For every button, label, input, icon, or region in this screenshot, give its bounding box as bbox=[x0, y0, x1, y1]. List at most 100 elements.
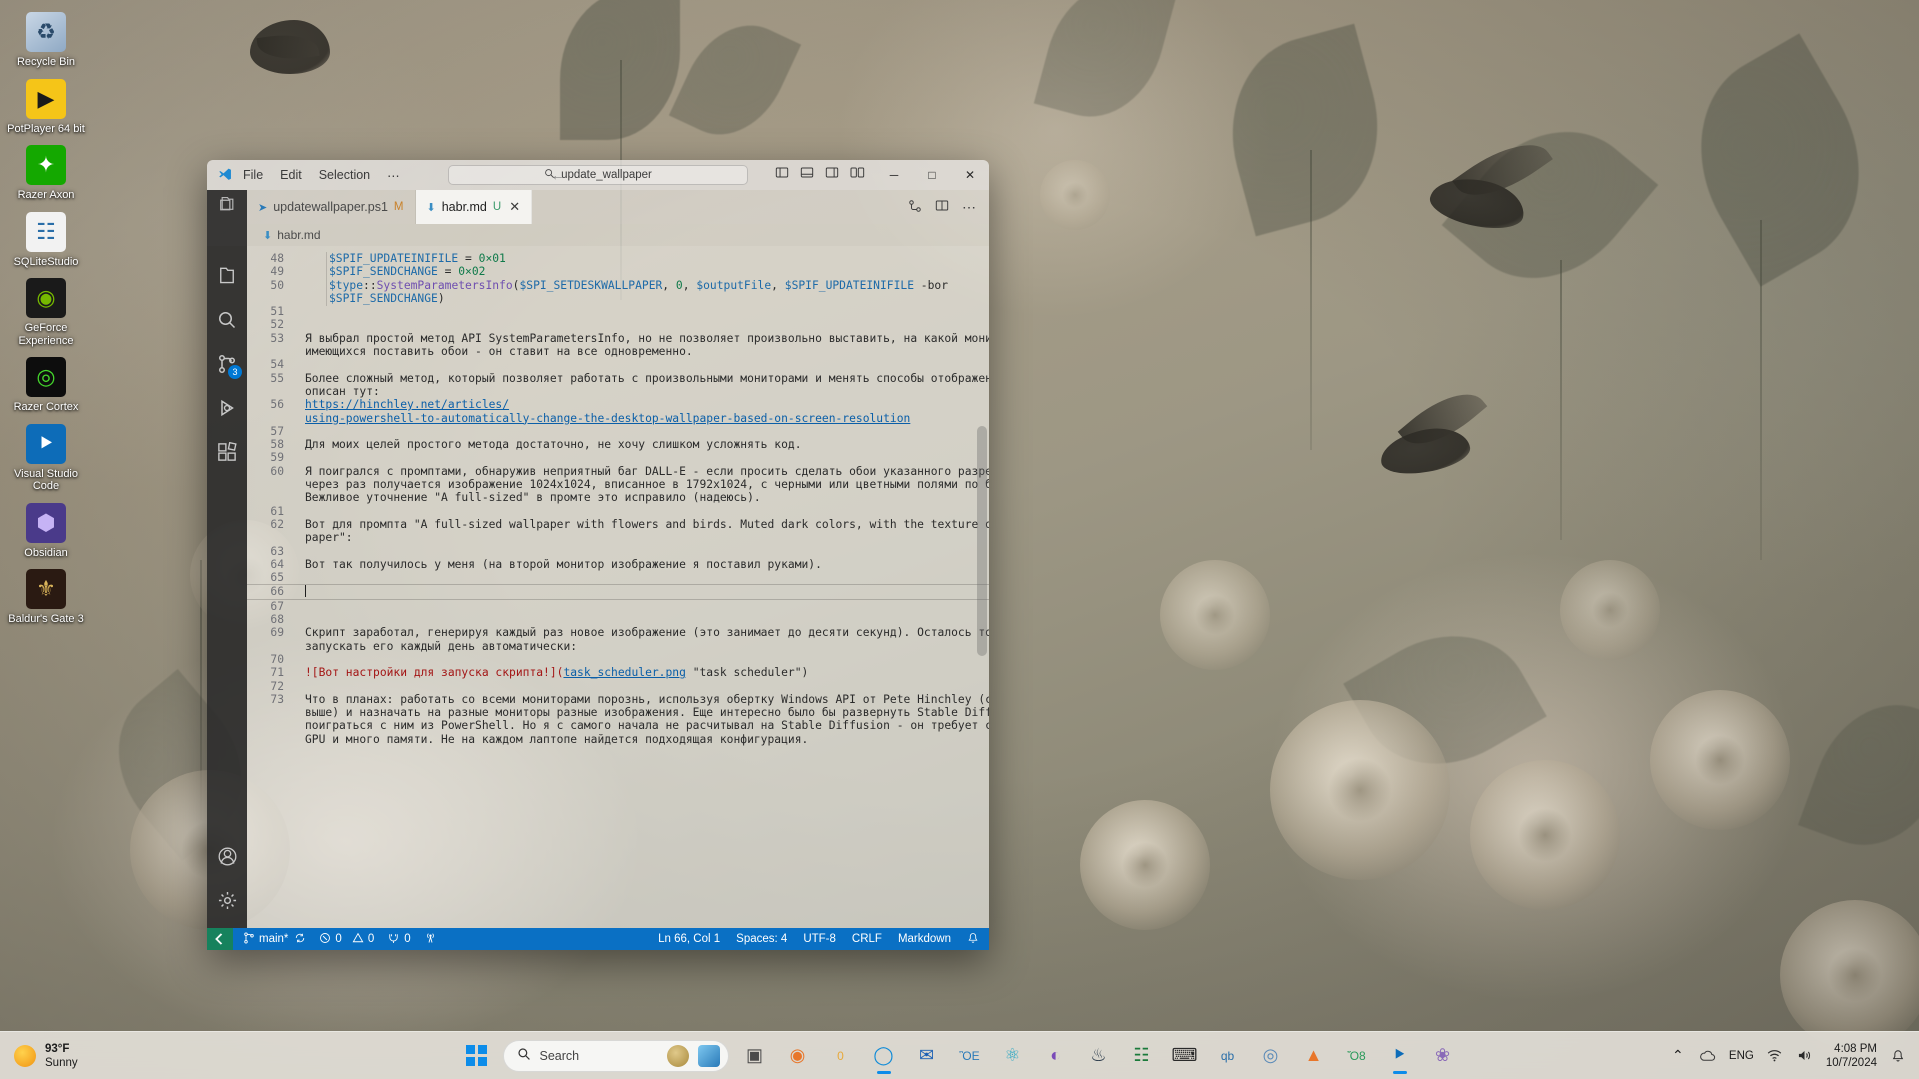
split-editor-icon[interactable] bbox=[935, 199, 949, 215]
editor-line[interactable]: 54 bbox=[247, 358, 989, 371]
line-content[interactable]: $SPIF_SENDCHANGE) bbox=[293, 292, 989, 305]
editor-line[interactable]: запускать его каждый день автоматически: bbox=[247, 640, 989, 653]
vscode-menubar[interactable]: File Edit Selection ⋯ bbox=[241, 166, 403, 185]
vscode-window[interactable]: File Edit Selection ⋯ ← → update_wallpap… bbox=[207, 160, 989, 950]
line-content[interactable]: имеющихся поставить обои - он ставит на … bbox=[293, 345, 989, 358]
editor-line[interactable]: 57 bbox=[247, 425, 989, 438]
start-button[interactable] bbox=[457, 1036, 497, 1076]
desktop-icon-sqlitestudio[interactable]: ☷ SQLiteStudio bbox=[0, 206, 92, 273]
taskbar-app-disk-utility[interactable]: ◎ bbox=[1251, 1036, 1291, 1076]
onedrive-icon[interactable] bbox=[1699, 1049, 1717, 1062]
line-content[interactable]: https://hinchley.net/articles/ bbox=[293, 398, 989, 411]
line-content[interactable]: Скрипт заработал, генерируя каждый раз н… bbox=[293, 626, 989, 639]
toggle-primary-sidebar-icon[interactable] bbox=[775, 166, 789, 184]
editor-line[interactable]: 58 Для моих целей простого метода достато… bbox=[247, 438, 989, 451]
line-content[interactable]: using-powershell-to-automatically-change… bbox=[293, 412, 989, 425]
menu-overflow-icon[interactable]: ⋯ bbox=[385, 166, 403, 185]
menu-selection[interactable]: Selection bbox=[317, 166, 372, 184]
open-changes-icon[interactable] bbox=[908, 199, 922, 216]
status-branch[interactable]: main* bbox=[243, 932, 306, 947]
taskbar-app-vlc[interactable]: ▲ bbox=[1294, 1036, 1334, 1076]
explorer-icon[interactable] bbox=[219, 196, 236, 218]
editor-line[interactable]: поиграться с ним из PowerShell. Но я с с… bbox=[247, 719, 989, 732]
taskbar-app-chart-app[interactable]: Ὄ8 bbox=[1337, 1036, 1377, 1076]
activity-bar[interactable]: 3 bbox=[207, 246, 247, 928]
editor-line[interactable]: GPU и много памяти. Не на каждом лаптопе… bbox=[247, 733, 989, 746]
line-content[interactable]: Я поигрался с промптами, обнаружив непри… bbox=[293, 465, 989, 478]
search-illustration-icon[interactable] bbox=[698, 1045, 720, 1067]
volume-icon[interactable] bbox=[1796, 1049, 1814, 1062]
desktop-icon-baldurs-gate-3[interactable]: ⚜ Baldur's Gate 3 bbox=[0, 563, 92, 630]
editor-line[interactable]: 73 Что в планах: работать со всеми монито… bbox=[247, 693, 989, 706]
desktop-icon-geforce-experience[interactable]: ◉ GeForce Experience bbox=[0, 272, 92, 351]
editor-line[interactable]: имеющихся поставить обои - он ставит на … bbox=[247, 345, 989, 358]
editor-line[interactable]: описан тут: bbox=[247, 385, 989, 398]
toggle-panel-icon[interactable] bbox=[800, 166, 814, 184]
editor-line[interactable]: выше) и назначать на разные мониторы раз… bbox=[247, 706, 989, 719]
taskbar-search[interactable]: Search bbox=[503, 1040, 729, 1072]
editor-line[interactable]: 53 Я выбрал простой метод API SystemParam… bbox=[247, 332, 989, 345]
status-branch-label[interactable]: main* bbox=[259, 933, 288, 945]
editor-line[interactable]: 62 Вот для промпта "A full-sized wallpape… bbox=[247, 518, 989, 531]
editor-text[interactable]: 48 $SPIF_UPDATEINIFILE = 0×01 49 $SPIF_SEND… bbox=[247, 246, 989, 928]
editor-line[interactable]: 66 bbox=[247, 584, 989, 599]
status-language-mode[interactable]: Markdown bbox=[898, 933, 951, 945]
taskbar-app-outlook[interactable]: ✉ bbox=[907, 1036, 947, 1076]
editor-line[interactable]: 60 Я поигрался с промптами, обнаружив неп… bbox=[247, 465, 989, 478]
desktop-icon-razer-cortex[interactable]: ◎ Razer Cortex bbox=[0, 351, 92, 418]
line-content[interactable] bbox=[293, 585, 989, 598]
tray-language[interactable]: ENG bbox=[1729, 1050, 1754, 1062]
activity-bar-search-icon[interactable] bbox=[207, 298, 247, 342]
line-content[interactable]: Что в планах: работать со всеми монитора… bbox=[293, 693, 989, 706]
desktop-icon-vscode[interactable]: ⯈ Visual Studio Code bbox=[0, 418, 92, 497]
search-avatar-icon[interactable] bbox=[667, 1045, 689, 1067]
editor-line[interactable]: 71 ![Вот настройки для запуска скрипта!](… bbox=[247, 666, 989, 679]
editor-scrollbar-thumb[interactable] bbox=[977, 426, 987, 656]
editor-line[interactable]: 70 bbox=[247, 653, 989, 666]
status-eol[interactable]: CRLF bbox=[852, 933, 882, 945]
menu-edit[interactable]: Edit bbox=[278, 166, 304, 184]
system-tray[interactable]: ⌃ ENG 4:08 PM 10/7/2024 bbox=[1669, 1042, 1919, 1070]
line-content[interactable]: Я выбрал простой метод API SystemParamet… bbox=[293, 332, 989, 345]
activity-bar-extensions-icon[interactable] bbox=[207, 430, 247, 474]
taskbar-app-steam[interactable]: ♨ bbox=[1079, 1036, 1119, 1076]
editor-line[interactable]: 52 bbox=[247, 318, 989, 331]
editor-line[interactable]: 72 bbox=[247, 680, 989, 693]
remote-window-icon[interactable] bbox=[207, 928, 233, 950]
taskbar-app-atom-app[interactable]: ⚛ bbox=[993, 1036, 1033, 1076]
tab-close-icon[interactable]: ✕ bbox=[509, 199, 520, 215]
toggle-secondary-sidebar-icon[interactable] bbox=[825, 166, 839, 184]
line-content[interactable]: запускать его каждый день автоматически: bbox=[293, 640, 989, 653]
activity-bar-run-and-debug-icon[interactable] bbox=[207, 386, 247, 430]
command-center-search[interactable]: update_wallpaper bbox=[448, 165, 748, 185]
status-indentation[interactable]: Spaces: 4 bbox=[736, 933, 787, 945]
status-problems[interactable]: 0 0 bbox=[319, 932, 374, 947]
editor-line[interactable]: 56 https://hinchley.net/articles/ bbox=[247, 398, 989, 411]
taskbar-app-excel[interactable]: ☷ bbox=[1122, 1036, 1162, 1076]
accounts-icon[interactable] bbox=[207, 834, 247, 878]
line-content[interactable]: поиграться с ним из PowerShell. Но я с с… bbox=[293, 719, 989, 732]
editor-tab-updatewallpaper-ps1[interactable]: ➤ updatewallpaper.ps1 M bbox=[247, 190, 416, 224]
editor-line[interactable]: 65 bbox=[247, 571, 989, 584]
taskbar-app-file-explorer[interactable]: ὜0 bbox=[821, 1036, 861, 1076]
status-bar[interactable]: main* 0 0 0 Ln 66, Col 1 Spaces: 4 UTF-8… bbox=[207, 928, 989, 950]
notifications-icon[interactable] bbox=[967, 932, 979, 947]
status-cursor-position[interactable]: Ln 66, Col 1 bbox=[658, 933, 720, 945]
editor-line[interactable]: 59 bbox=[247, 451, 989, 464]
taskbar-app-microsoft-edge[interactable]: ◯ bbox=[864, 1036, 904, 1076]
layout-controls[interactable] bbox=[775, 166, 875, 184]
editor-line[interactable]: 63 bbox=[247, 545, 989, 558]
line-content[interactable]: Вежливое уточнение "A full-sized" в пром… bbox=[293, 491, 989, 504]
taskbar-clock[interactable]: 4:08 PM 10/7/2024 bbox=[1826, 1042, 1877, 1070]
editor-line[interactable]: 49 $SPIF_SENDCHANGE = 0×02 bbox=[247, 265, 989, 278]
taskbar-weather-widget[interactable]: 93°F Sunny bbox=[0, 1042, 78, 1070]
editor-line[interactable]: 55 Более сложный метод, который позволяет… bbox=[247, 372, 989, 385]
windows-taskbar[interactable]: 93°F Sunny Search ▣ ◉ ὜0 ◯ ✉ ὋE ⚛ ◐ ♨ ☷ ⌨ qb ◎ ▲ Ὄ8 ⯈ ❀ … bbox=[0, 1031, 1919, 1079]
taskbar-app-photos[interactable]: ❀ bbox=[1423, 1036, 1463, 1076]
line-content[interactable]: Вот для промпта "A full-sized wallpaper … bbox=[293, 518, 989, 531]
line-content[interactable]: описан тут: bbox=[293, 385, 989, 398]
editor-actions[interactable]: ⋯ bbox=[908, 190, 989, 224]
desktop-icon-obsidian[interactable]: ⬢ Obsidian bbox=[0, 497, 92, 564]
editor-line[interactable]: $SPIF_SENDCHANGE) bbox=[247, 292, 989, 305]
wifi-icon[interactable] bbox=[1766, 1049, 1784, 1062]
